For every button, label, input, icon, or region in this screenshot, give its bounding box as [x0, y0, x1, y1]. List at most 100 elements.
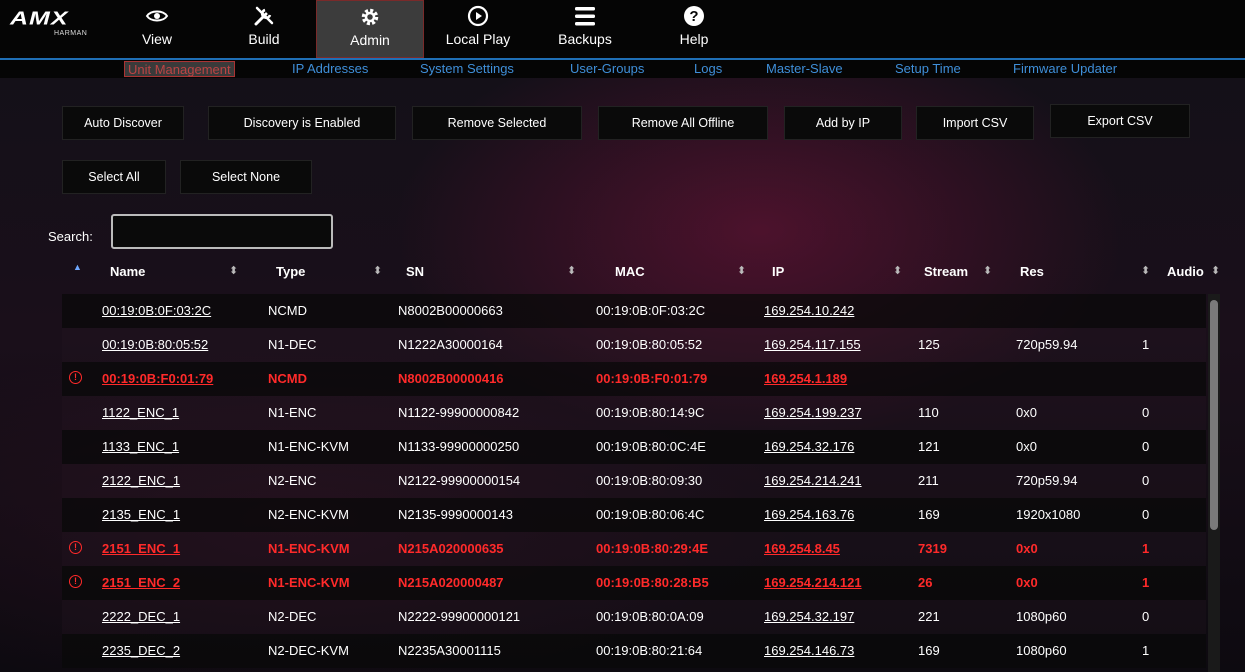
nav-backups[interactable]: Backups [550, 0, 620, 58]
col-stream[interactable]: Stream [924, 264, 968, 279]
cell-ip[interactable]: 169.254.32.176 [764, 439, 854, 454]
cell-sn: N2122-99900000154 [398, 473, 521, 488]
nav-view[interactable]: View [132, 0, 182, 58]
select-all-button[interactable]: Select All [62, 160, 166, 194]
remove-selected-button[interactable]: Remove Selected [412, 106, 582, 140]
cell-ip[interactable]: 169.254.146.73 [764, 643, 854, 658]
cell-name[interactable]: 00:19:0B:F0:01:79 [102, 371, 213, 386]
cell-ip[interactable]: 169.254.32.197 [764, 609, 854, 624]
cell-ip[interactable]: 169.254.199.237 [764, 405, 862, 420]
cell-sn: N1133-99900000250 [398, 439, 520, 454]
col-name[interactable]: Name [110, 264, 145, 279]
select-none-button[interactable]: Select None [180, 160, 312, 194]
sort-icon[interactable]: ⬍ [1141, 264, 1150, 277]
subnav-ip-addresses[interactable]: IP Addresses [292, 61, 368, 77]
cell-type: N1-ENC [268, 405, 317, 420]
table-row[interactable]: 2135_ENC_1 N2-ENC-KVM N2135-9990000143 00:1… [62, 498, 1206, 532]
table-row[interactable]: ! 00:19:0B:F0:01:79 NCMD N8002B00000416 00:1… [62, 362, 1206, 396]
cell-ip[interactable]: 169.254.214.121 [764, 575, 862, 590]
cell-res: 720p59.94 [1016, 337, 1078, 352]
sort-icon[interactable]: ⬍ [983, 264, 992, 277]
cell-type: N2-DEC-KVM [268, 643, 349, 658]
col-ip[interactable]: IP [772, 264, 784, 279]
table-row[interactable]: 00:19:0B:0F:03:2C NCMD N8002B00000663 00:19… [62, 294, 1206, 328]
col-audio[interactable]: Audio [1167, 264, 1204, 279]
cell-type: NCMD [268, 303, 307, 318]
logo-subtext: HARMAN [54, 30, 88, 37]
table-row[interactable]: 2235_DEC_2 N2-DEC-KVM N2235A30001115 00:19:… [62, 634, 1206, 668]
subnav-firmware-updater[interactable]: Firmware Updater [1013, 61, 1117, 77]
cell-mac: 00:19:0B:80:21:64 [596, 643, 703, 658]
cell-name[interactable]: 2235_DEC_2 [102, 643, 180, 658]
subnav-user-groups[interactable]: User-Groups [570, 61, 644, 77]
sort-icon[interactable]: ⬍ [737, 264, 746, 277]
nav-view-label: View [141, 31, 173, 47]
cell-audio: 0 [1142, 439, 1150, 454]
import-csv-button[interactable]: Import CSV [916, 106, 1034, 140]
table-row[interactable]: 2222_DEC_1 N2-DEC N2222-99900000121 00:19:0… [62, 600, 1206, 634]
cell-name[interactable]: 2222_DEC_1 [102, 609, 180, 624]
col-sn[interactable]: SN [406, 264, 424, 279]
table-row[interactable]: 1133_ENC_1 N1-ENC-KVM N1133-99900000250 00:… [62, 430, 1206, 464]
cell-sn: N8002B00000663 [398, 303, 503, 318]
nav-local-play[interactable]: Local Play [434, 0, 522, 58]
nav-build[interactable]: Build [240, 0, 288, 58]
discovery-enabled-button[interactable]: Discovery is Enabled [208, 106, 396, 140]
subnav-master-slave[interactable]: Master-Slave [766, 61, 843, 77]
cell-ip[interactable]: 169.254.214.241 [764, 473, 862, 488]
app-window: AMX HARMAN View Build Admin Local Play B… [0, 0, 1245, 672]
cell-ip[interactable]: 169.254.117.155 [764, 337, 861, 352]
cell-name[interactable]: 1133_ENC_1 [102, 439, 179, 454]
table-row[interactable]: ! 2151_ENC_2 N1-ENC-KVM N215A020000487 00:19… [62, 566, 1206, 600]
subnav-system-settings[interactable]: System Settings [420, 61, 514, 77]
sort-icon[interactable]: ⬍ [893, 264, 902, 277]
search-input[interactable] [111, 214, 333, 249]
auto-discover-button[interactable]: Auto Discover [62, 106, 184, 140]
col-res[interactable]: Res [1020, 264, 1044, 279]
table-scrollbar[interactable] [1208, 294, 1220, 672]
logo-text: AMX [10, 8, 69, 29]
cell-audio: 0 [1142, 609, 1150, 624]
sort-icon[interactable]: ⬍ [373, 264, 382, 277]
cell-mac: 00:19:0B:80:0A:09 [596, 609, 704, 624]
table-row[interactable]: 1122_ENC_1 N1-ENC N1122-99900000842 00:19:0… [62, 396, 1206, 430]
table-row[interactable]: 2122_ENC_1 N2-ENC N2122-99900000154 00:19:0… [62, 464, 1206, 498]
cell-ip[interactable]: 169.254.1.189 [764, 371, 847, 386]
cell-mac: 00:19:0B:80:14:9C [596, 405, 705, 420]
cell-name[interactable]: 2122_ENC_1 [102, 473, 180, 488]
cell-mac: 00:19:0B:F0:01:79 [596, 371, 708, 386]
cell-name[interactable]: 1122_ENC_1 [102, 405, 179, 420]
cell-stream: 7319 [918, 541, 947, 556]
remove-all-offline-button[interactable]: Remove All Offline [598, 106, 768, 140]
cell-audio: 1 [1142, 541, 1150, 556]
subnav-unit-management[interactable]: Unit Management [124, 61, 235, 77]
sort-icon[interactable]: ⬍ [229, 264, 238, 277]
search-label: Search: [48, 229, 93, 244]
col-mac[interactable]: MAC [615, 264, 645, 279]
nav-admin[interactable]: Admin [316, 0, 424, 58]
subnav-setup-time[interactable]: Setup Time [895, 61, 961, 77]
scrollbar-thumb[interactable] [1210, 300, 1218, 530]
cell-name[interactable]: 2151_ENC_2 [102, 575, 180, 590]
col-type[interactable]: Type [276, 264, 305, 279]
table-row[interactable]: ! 2151_ENC_1 N1-ENC-KVM N215A020000635 00:19… [62, 532, 1206, 566]
export-csv-button[interactable]: Export CSV [1050, 104, 1190, 138]
cell-name[interactable]: 00:19:0B:80:05:52 [102, 337, 208, 352]
cell-name[interactable]: 2135_ENC_1 [102, 507, 180, 522]
cell-ip[interactable]: 169.254.10.242 [764, 303, 854, 318]
cell-res: 0x0 [1016, 405, 1037, 420]
cell-mac: 00:19:0B:0F:03:2C [596, 303, 706, 318]
add-by-ip-button[interactable]: Add by IP [784, 106, 902, 140]
table-row[interactable]: 00:19:0B:80:05:52 N1-DEC N1222A30000164 00:… [62, 328, 1206, 362]
subnav-logs[interactable]: Logs [694, 61, 722, 77]
cell-ip[interactable]: 169.254.163.76 [764, 507, 854, 522]
nav-help[interactable]: ? Help [672, 0, 716, 58]
cell-ip[interactable]: 169.254.8.45 [764, 541, 840, 556]
cell-res: 1080p60 [1016, 643, 1067, 658]
cell-name[interactable]: 00:19:0B:0F:03:2C [102, 303, 211, 318]
sort-icon[interactable]: ⬍ [1211, 264, 1220, 277]
cell-stream: 110 [918, 405, 939, 420]
cell-name[interactable]: 2151_ENC_1 [102, 541, 180, 556]
cell-stream: 211 [918, 473, 939, 488]
sort-icon[interactable]: ⬍ [567, 264, 576, 277]
